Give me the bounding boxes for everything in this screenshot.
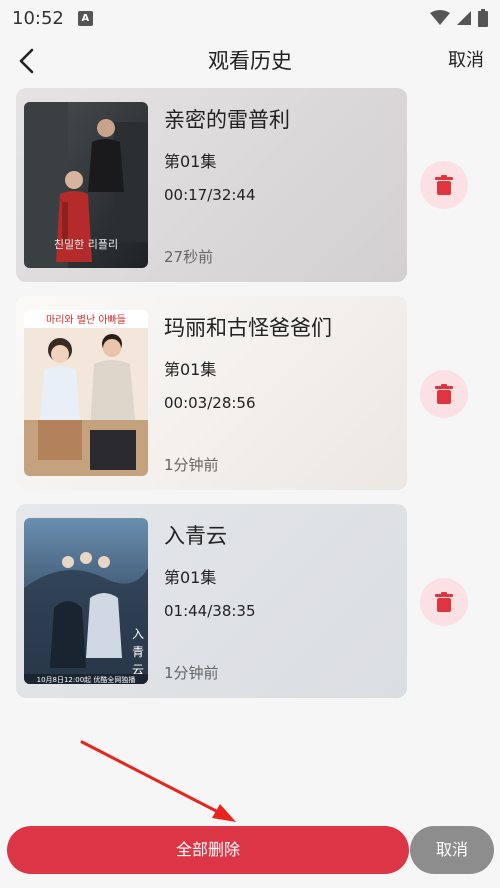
poster-image: 마리와 별난 아빠들: [24, 310, 148, 476]
history-item[interactable]: 친밀한 리플리 亲密的雷普利 第01集 00:17/32:44 27秒前: [16, 88, 407, 282]
poster-caption: 10月8日12:00起 优酷全网独播: [37, 675, 136, 684]
show-episode: 第01集: [164, 568, 217, 587]
poster-image: 친밀한 리플리: [24, 102, 148, 268]
trash-icon: [435, 175, 453, 195]
wifi-icon: [430, 10, 450, 25]
delete-all-button[interactable]: 全部删除: [7, 826, 409, 874]
watched-time-ago: 27秒前: [164, 248, 214, 266]
watch-progress: 00:17/32:44: [164, 186, 256, 204]
watch-progress: 00:03/28:56: [164, 394, 256, 412]
delete-item-button[interactable]: [420, 370, 468, 418]
header: 观看历史 取消: [0, 38, 500, 84]
status-time: 10:52: [12, 7, 64, 29]
history-item[interactable]: 마리와 별난 아빠들 玛丽和古怪爸爸们 第01集 00:03/28:56 1分钟…: [16, 296, 407, 490]
poster-caption: 친밀한 리플리: [54, 238, 118, 251]
history-item[interactable]: 入 青 云 10月8日12:00起 优酷全网独播 入青云 第01集 01:44/…: [16, 504, 407, 698]
battery-icon: [478, 9, 488, 27]
poster-image: 入 青 云 10月8日12:00起 优酷全网独播: [24, 518, 148, 684]
show-title: 入青云: [164, 524, 227, 548]
watched-time-ago: 1分钟前: [164, 664, 219, 682]
svg-text:入: 入: [132, 627, 144, 641]
bottom-action-bar: 全部删除 取消: [0, 824, 500, 876]
header-cancel-button[interactable]: 取消: [448, 38, 484, 84]
show-episode: 第01集: [164, 360, 217, 379]
status-icons: [430, 9, 488, 27]
delete-item-button[interactable]: [420, 578, 468, 626]
cancel-button[interactable]: 取消: [410, 826, 494, 874]
poster-caption: 마리와 별난 아빠들: [46, 314, 126, 326]
signal-icon: [457, 11, 471, 25]
trash-icon: [435, 592, 453, 612]
notification-a-icon: A: [77, 10, 93, 26]
trash-icon: [435, 384, 453, 404]
show-title: 亲密的雷普利: [164, 108, 290, 132]
watch-progress: 01:44/38:35: [164, 602, 256, 620]
svg-text:青: 青: [132, 645, 144, 659]
watched-time-ago: 1分钟前: [164, 456, 219, 474]
show-episode: 第01集: [164, 152, 217, 171]
page-title: 观看历史: [208, 49, 292, 73]
delete-item-button[interactable]: [420, 161, 468, 209]
status-bar: 10:52 A: [0, 0, 500, 36]
show-title: 玛丽和古怪爸爸们: [164, 316, 332, 340]
